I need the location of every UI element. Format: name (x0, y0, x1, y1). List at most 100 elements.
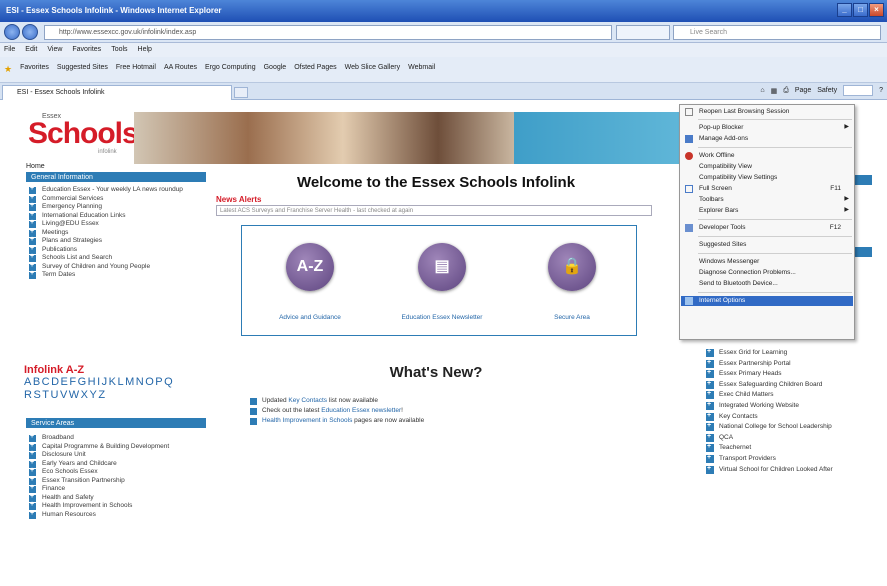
menu-edit[interactable]: Edit (25, 46, 37, 57)
command-bar: ⌂ ▦ ⎙ Page Safety ? (760, 85, 883, 96)
list-item[interactable]: Capital Programme & Building Development (26, 442, 212, 452)
maximize-button[interactable]: □ (853, 3, 868, 17)
menu-item-work-offline[interactable]: Work Offline (681, 151, 853, 161)
forward-button[interactable] (22, 24, 38, 40)
address-tools[interactable] (616, 25, 670, 40)
list-item[interactable]: Early Years and Childcare (26, 459, 212, 469)
list-item[interactable]: Eco Schools Essex (26, 467, 212, 477)
fav-webmail[interactable]: Webmail (408, 64, 435, 82)
search-input[interactable]: Live Search (673, 25, 881, 40)
minimize-button[interactable]: _ (837, 3, 852, 17)
help-icon[interactable]: ? (879, 87, 883, 94)
list-item[interactable]: Essex Grid for Learning (706, 348, 876, 358)
az-letters-row1[interactable]: ABCDEFGHIJKLMNOPQ (24, 376, 210, 389)
menu-item-reopen-session[interactable]: Reopen Last Browsing Session (681, 107, 853, 117)
menu-item-suggested-sites[interactable]: Suggested Sites (681, 240, 853, 250)
menu-favorites[interactable]: Favorites (72, 46, 101, 57)
list-item[interactable]: Human Resources (26, 510, 212, 520)
page-menu[interactable]: Page (795, 87, 811, 94)
menu-item-explorer-bars[interactable]: Explorer Bars ▶ (681, 206, 853, 216)
url-input[interactable]: http://www.essexcc.gov.uk/infolink/index… (44, 25, 612, 40)
list-item[interactable]: Meetings (26, 228, 212, 238)
list-item[interactable]: Essex Primary Heads (706, 369, 876, 379)
list-item[interactable]: Schools List and Search (26, 253, 212, 263)
menu-item-windows-messenger[interactable]: Windows Messenger (681, 257, 853, 267)
menu-item-developer-tools[interactable]: Developer Tools F12 (681, 223, 853, 233)
fav-web-slice[interactable]: Web Slice Gallery (345, 64, 401, 82)
tools-dropdown-menu: Reopen Last Browsing Session Pop-up Bloc… (679, 104, 855, 340)
close-button[interactable]: × (869, 3, 884, 17)
fav-aa-routes[interactable]: AA Routes (164, 64, 197, 82)
menu-item-bluetooth[interactable]: Send to Bluetooth Device... (681, 279, 853, 289)
list-item[interactable]: Publications (26, 245, 212, 255)
list-item[interactable]: Term Dates (26, 270, 212, 280)
menu-item-compat-settings[interactable]: Compatibility View Settings (681, 173, 853, 183)
breadcrumb-home[interactable]: Home (26, 163, 45, 170)
list-item[interactable]: Finance (26, 484, 212, 494)
tools-menu-button[interactable] (843, 85, 874, 96)
internet-options-icon (685, 297, 693, 305)
advice-guidance-link[interactable]: Advice and Guidance (250, 314, 370, 321)
menu-tools[interactable]: Tools (111, 46, 127, 57)
menu-file[interactable]: File (4, 46, 15, 57)
fav-google[interactable]: Google (264, 64, 287, 82)
key-contacts-link[interactable]: Key Contacts (288, 397, 327, 404)
az-letters-row2[interactable]: RSTUVWXYZ (24, 389, 210, 402)
list-item[interactable]: Teachernet (706, 443, 876, 453)
menu-help[interactable]: Help (138, 46, 152, 57)
address-bar: http://www.essexcc.gov.uk/infolink/index… (0, 22, 887, 43)
secure-area-link[interactable]: Secure Area (512, 314, 632, 321)
menu-item-full-screen[interactable]: Full Screen F11 (681, 184, 853, 194)
favorites-star-icon[interactable]: ★ (4, 64, 12, 82)
list-item[interactable]: National College for School Leadership (706, 422, 876, 432)
favorites-button[interactable]: Favorites (20, 64, 49, 82)
health-improvement-link[interactable]: Health Improvement in Schools (262, 417, 352, 424)
list-item[interactable]: Emergency Planning (26, 202, 212, 212)
list-item[interactable]: QCA (706, 433, 876, 443)
tab-essex-infolink[interactable]: ESI - Essex Schools Infolink (2, 85, 232, 100)
new-tab-button[interactable] (234, 87, 248, 98)
list-item[interactable]: Virtual School for Children Looked After (706, 465, 876, 475)
menu-view[interactable]: View (47, 46, 62, 57)
menu-item-manage-addons[interactable]: Manage Add-ons (681, 134, 853, 144)
print-icon[interactable]: ⎙ (783, 87, 789, 95)
list-item[interactable]: Key Contacts (706, 412, 876, 422)
list-item[interactable]: Education Essex - Your weekly LA news ro… (26, 185, 212, 195)
list-item[interactable]: Living@EDU Essex (26, 219, 212, 229)
list-item[interactable]: Essex Partnership Portal (706, 359, 876, 369)
list-item[interactable]: Survey of Children and Young People (26, 262, 212, 272)
addons-icon (685, 135, 693, 143)
list-item[interactable]: Commercial Services (26, 194, 212, 204)
menu-item-toolbars[interactable]: Toolbars ▶ (681, 195, 853, 205)
list-item[interactable]: Transport Providers (706, 454, 876, 464)
back-button[interactable] (4, 24, 20, 40)
list-item[interactable]: Plans and Strategies (26, 236, 212, 246)
list-item[interactable]: Disclosure Unit (26, 450, 212, 460)
list-item[interactable]: Broadband (26, 433, 212, 443)
menu-item-compat-view[interactable]: Compatibility View (681, 162, 853, 172)
newsletter-news-link[interactable]: Education Essex newsletter (321, 407, 401, 414)
list-item: Health Improvement in Schools pages are … (250, 416, 650, 426)
newsletter-icon[interactable]: ▤ (418, 243, 466, 291)
list-item[interactable]: Integrated Working Website (706, 401, 876, 411)
fav-free-hotmail[interactable]: Free Hotmail (116, 64, 156, 82)
list-item[interactable]: Health and Safety (26, 493, 212, 503)
home-icon[interactable]: ⌂ (760, 87, 764, 94)
menu-item-popup-blocker[interactable]: Pop-up Blocker ▶ (681, 123, 853, 133)
fav-ofsted[interactable]: Ofsted Pages (294, 64, 336, 82)
list-item[interactable]: Essex Transition Partnership (26, 476, 212, 486)
window-title-bar: ESI - Essex Schools Infolink - Windows I… (0, 0, 887, 22)
safety-menu[interactable]: Safety (817, 87, 837, 94)
az-icon[interactable]: A-Z (286, 243, 334, 291)
menu-item-internet-options[interactable]: Internet Options (681, 296, 853, 306)
lock-icon[interactable]: 🔒 (548, 243, 596, 291)
fav-suggested-sites[interactable]: Suggested Sites (57, 64, 108, 82)
feeds-icon[interactable]: ▦ (771, 87, 778, 95)
menu-item-diagnose[interactable]: Diagnose Connection Problems... (681, 268, 853, 278)
fav-ergo-computing[interactable]: Ergo Computing (205, 64, 256, 82)
newsletter-link[interactable]: Education Essex Newsletter (382, 314, 502, 321)
list-item[interactable]: Exec Child Matters (706, 390, 876, 400)
list-item[interactable]: Health Improvement in Schools (26, 501, 212, 511)
list-item[interactable]: Essex Safeguarding Children Board (706, 380, 876, 390)
list-item[interactable]: International Education Links (26, 211, 212, 221)
